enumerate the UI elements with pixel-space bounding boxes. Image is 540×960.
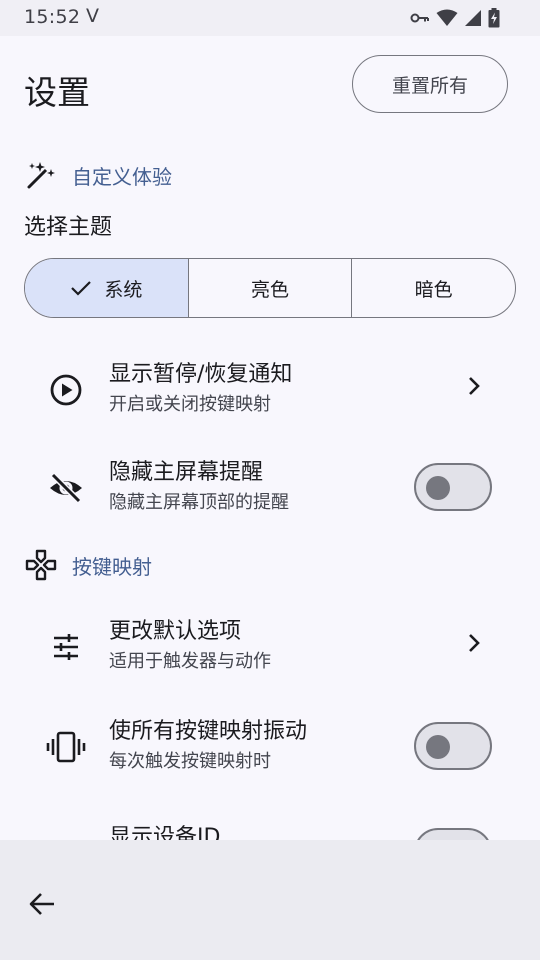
- setting-change-defaults[interactable]: 更改默认选项 适用于触发器与动作: [0, 605, 540, 685]
- back-button[interactable]: [24, 886, 60, 922]
- theme-option-label: 亮色: [251, 278, 290, 301]
- show-device-id-switch[interactable]: [414, 828, 492, 840]
- setting-title: 使所有按键映射振动: [109, 719, 308, 744]
- auto-fix-wand-icon: [24, 158, 58, 192]
- setting-show-device-id[interactable]: 显示设备ID: [0, 811, 540, 840]
- setting-title: 显示设备ID: [109, 825, 221, 840]
- section-label-experience: 自定义体验: [72, 164, 172, 189]
- chevron-right-icon: [469, 634, 480, 652]
- page-title: 设置: [24, 73, 90, 112]
- setting-subtitle: 每次触发按键映射时: [109, 751, 271, 772]
- setting-title: 更改默认选项: [109, 619, 242, 644]
- gamepad-icon: [24, 548, 58, 582]
- bottom-app-bar: [0, 840, 540, 960]
- setting-vibrate-all-keymaps[interactable]: 使所有按键映射振动 每次触发按键映射时: [0, 705, 540, 785]
- tune-icon: [46, 627, 86, 667]
- section-label-keymaps: 按键映射: [72, 554, 152, 579]
- section-header-keymaps: 按键映射: [24, 548, 152, 582]
- theme-label: 选择主题: [24, 215, 113, 240]
- setting-pause-resume-notification[interactable]: 显示暂停/恢复通知 开启或关闭按键映射: [0, 348, 540, 428]
- setting-hide-home-reminder[interactable]: 隐藏主屏幕提醒 隐藏主屏幕顶部的提醒: [0, 446, 540, 526]
- theme-option-dark[interactable]: 暗色: [352, 259, 515, 317]
- play-circle-icon: [46, 370, 86, 410]
- chevron-right-icon: [469, 377, 480, 395]
- setting-subtitle: 隐藏主屏幕顶部的提醒: [109, 492, 289, 513]
- reset-all-button[interactable]: 重置所有: [352, 55, 508, 113]
- vibrate-all-keymaps-switch[interactable]: [414, 722, 492, 770]
- theme-option-light[interactable]: 亮色: [189, 259, 353, 317]
- setting-subtitle: 适用于触发器与动作: [109, 651, 271, 672]
- theme-segmented-control: 系统 亮色 暗色: [24, 258, 516, 318]
- vibrate-icon: [46, 727, 86, 767]
- setting-title: 隐藏主屏幕提醒: [109, 460, 264, 485]
- eye-off-icon: [46, 468, 86, 508]
- setting-title: 显示暂停/恢复通知: [109, 362, 293, 387]
- theme-option-system[interactable]: 系统: [25, 259, 189, 317]
- setting-subtitle: 开启或关闭按键映射: [109, 394, 271, 415]
- check-icon: [70, 279, 92, 297]
- hide-home-reminder-switch[interactable]: [414, 463, 492, 511]
- arrow-back-icon: [29, 893, 54, 915]
- switch-thumb: [426, 476, 450, 500]
- theme-option-label: 系统: [104, 278, 143, 301]
- theme-option-label: 暗色: [414, 278, 453, 301]
- switch-thumb: [426, 735, 450, 759]
- section-header-experience: 自定义体验: [24, 158, 172, 192]
- settings-content[interactable]: 设置 重置所有 自定义体验 选择主题 系统 亮色 暗色 显示暂停/恢复通知 开启…: [0, 0, 540, 840]
